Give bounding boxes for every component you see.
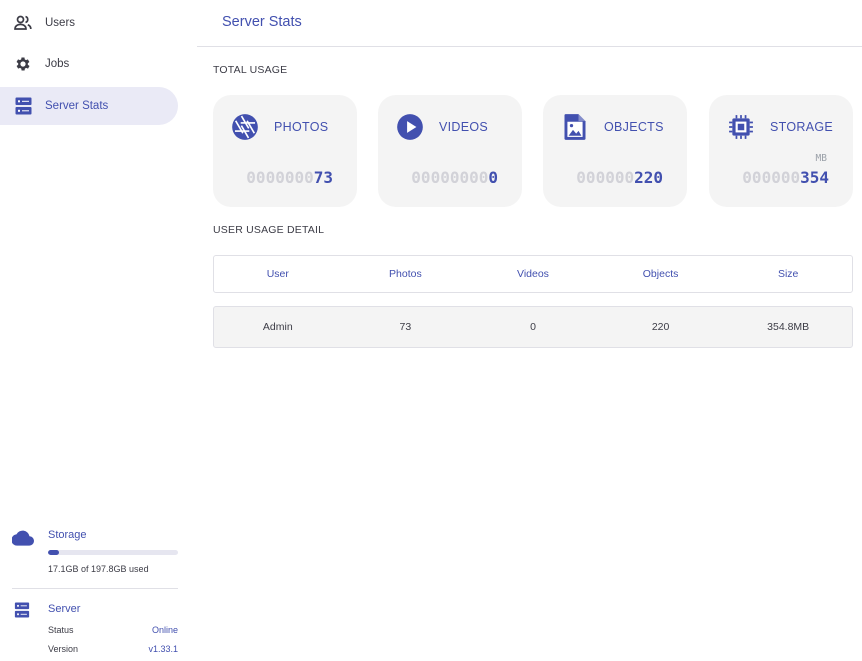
page-title: Server Stats (222, 14, 302, 30)
column-header-objects[interactable]: Objects (597, 268, 725, 280)
cell-user: Admin (262, 321, 293, 333)
stat-card-label: VIDEOS (439, 120, 489, 134)
sidebar: Users Jobs Server Stats Storage 17.1GB o… (0, 0, 197, 661)
stat-card-label: STORAGE (770, 120, 833, 134)
sidebar-item-users[interactable]: Users (0, 4, 178, 42)
count-padding: 000000 (742, 168, 801, 187)
server-version-row: Version v1.33.1 (48, 644, 178, 654)
user-usage-label: USER USAGE DETAIL (213, 224, 325, 236)
server-status-label: Status (48, 625, 74, 635)
play-circle-icon (395, 112, 425, 142)
sidebar-item-server-stats[interactable]: Server Stats (0, 87, 178, 125)
usage-table-header: User Photos Videos Objects Size (213, 255, 853, 293)
cell-size: 354.8MB (767, 321, 810, 333)
column-header-size[interactable]: Size (724, 268, 852, 280)
camera-aperture-icon (230, 112, 260, 142)
server-icon (14, 97, 32, 115)
stat-card-storage: STORAGE MB 000000354 (709, 95, 853, 207)
server-status-row: Status Online (48, 625, 178, 635)
table-row: Admin 73 0 220 354.8MB (213, 306, 853, 348)
count-value: 354 (800, 168, 829, 187)
count-padding: 00000000 (411, 168, 489, 187)
count-value: 73 (313, 168, 333, 187)
stat-card-photos: PHOTOS 000000073 (213, 95, 357, 207)
column-header-user[interactable]: User (214, 268, 342, 280)
count-value: 220 (634, 168, 663, 187)
sidebar-divider (12, 588, 178, 589)
storage-title: Storage (48, 529, 87, 541)
sidebar-item-label: Users (45, 17, 76, 29)
count-padding: 0000000 (246, 168, 314, 187)
image-file-icon (560, 112, 590, 142)
main-content: Server Stats TOTAL USAGE PHOTOS 00000007… (197, 0, 862, 661)
storage-progress-fill (48, 550, 60, 555)
column-header-photos[interactable]: Photos (342, 268, 470, 280)
stat-card-count: 000000220 (576, 168, 663, 187)
stat-card-label: PHOTOS (274, 120, 329, 134)
stat-card-videos: VIDEOS 000000000 (378, 95, 522, 207)
sidebar-item-label: Server Stats (45, 100, 109, 112)
server-version-value: v1.33.1 (148, 644, 178, 654)
column-header-videos[interactable]: Videos (469, 268, 597, 280)
count-value: 0 (488, 168, 498, 187)
cloud-icon (11, 530, 35, 551)
total-usage-label: TOTAL USAGE (213, 64, 288, 76)
cell-photos: 73 (399, 321, 412, 333)
server-version-label: Version (48, 644, 79, 654)
page-header: Server Stats (197, 0, 862, 47)
server-status-value: Online (151, 625, 178, 635)
stat-card-count: 000000354 (742, 168, 829, 187)
server-title: Server (48, 603, 81, 615)
chip-icon (726, 112, 756, 142)
sidebar-item-label: Jobs (45, 58, 70, 70)
sidebar-item-jobs[interactable]: Jobs (0, 45, 178, 83)
count-padding: 000000 (576, 168, 635, 187)
stat-card-count: 000000000 (411, 168, 498, 187)
cell-videos: 0 (530, 321, 536, 333)
stat-card-count: 000000073 (246, 168, 333, 187)
cell-objects: 220 (651, 321, 670, 333)
stat-card-unit: MB (815, 153, 827, 164)
storage-progress-bar (48, 550, 178, 555)
gear-icon (14, 55, 32, 73)
stat-card-label: OBJECTS (604, 120, 664, 134)
storage-used-text: 17.1GB of 197.8GB used (48, 564, 149, 574)
server-icon (14, 602, 30, 623)
users-icon (14, 14, 32, 32)
stat-card-objects: OBJECTS 000000220 (543, 95, 687, 207)
